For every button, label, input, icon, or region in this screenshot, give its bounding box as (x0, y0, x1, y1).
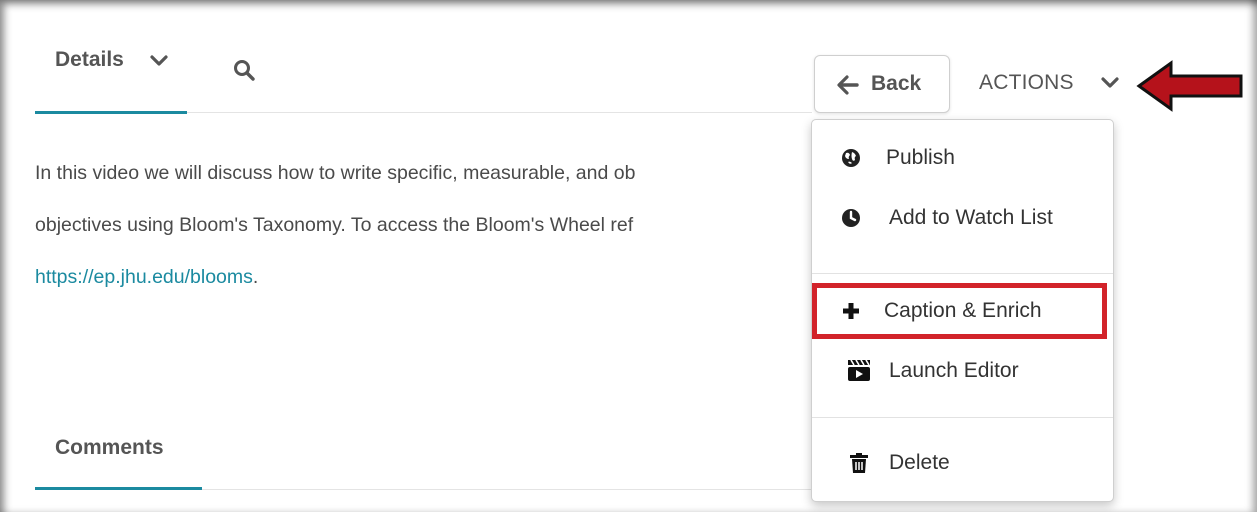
menu-item-publish[interactable]: Publish (812, 136, 1113, 180)
tab-comments-label: Comments (55, 436, 164, 459)
clapperboard-icon (846, 357, 872, 383)
menu-item-label: Launch Editor (889, 359, 1019, 382)
menu-item-delete[interactable]: Delete (812, 441, 1113, 485)
tab-divider (187, 112, 812, 113)
description-line-1: In this video we will discuss how to wri… (35, 162, 636, 184)
menu-item-label: Publish (886, 146, 955, 169)
tab-details[interactable]: Details (35, 44, 187, 114)
clock-icon (840, 207, 862, 229)
search-button[interactable] (232, 58, 262, 88)
menu-item-launch-editor[interactable]: Launch Editor (812, 349, 1113, 393)
search-icon (232, 60, 258, 88)
globe-icon (840, 147, 862, 169)
menu-item-add-to-watch-list[interactable]: Add to Watch List (812, 196, 1113, 240)
video-description: In this video we will discuss how to wri… (35, 147, 810, 303)
comments-divider (202, 489, 812, 490)
trash-icon (848, 452, 870, 474)
menu-separator (812, 417, 1113, 418)
chevron-down-icon (1101, 76, 1119, 95)
tab-comments[interactable]: Comments (35, 425, 202, 490)
menu-item-label: Delete (889, 451, 950, 474)
tab-details-label: Details (55, 48, 124, 71)
highlight-box (812, 283, 1107, 339)
callout-arrow-icon (1135, 58, 1245, 119)
description-line-3: https://ep.jhu.edu/blooms. (35, 251, 810, 303)
actions-dropdown-button[interactable]: ACTIONS (968, 64, 1128, 100)
link-trailing-period: . (252, 266, 259, 288)
menu-separator (812, 273, 1113, 274)
arrow-left-icon (837, 75, 859, 100)
actions-label: ACTIONS (979, 71, 1074, 94)
menu-item-label: Add to Watch List (889, 206, 1053, 229)
blooms-link[interactable]: https://ep.jhu.edu/blooms (35, 266, 253, 288)
chevron-down-icon (150, 54, 168, 73)
back-button[interactable]: Back (814, 55, 950, 113)
description-line-2: objectives using Bloom's Taxonomy. To ac… (35, 214, 634, 236)
back-button-label: Back (871, 72, 922, 95)
actions-menu: Publish Add to Watch List Caption & Enri… (811, 119, 1114, 502)
